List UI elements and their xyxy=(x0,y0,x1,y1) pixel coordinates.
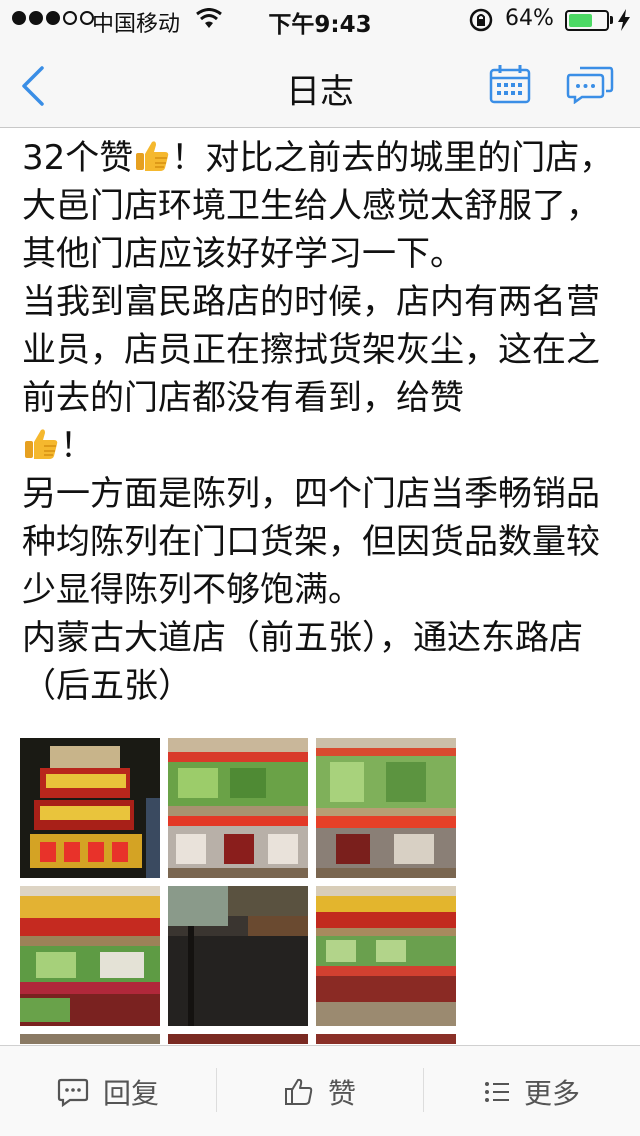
navigation-bar: 日志 xyxy=(0,40,640,128)
page-title: 日志 xyxy=(286,72,354,112)
status-bar: 中国移动 下午9:43 64% xyxy=(0,0,640,40)
bottom-toolbar: 回复 赞 更多 xyxy=(0,1045,640,1136)
photo-3[interactable] xyxy=(316,738,456,878)
photo-7[interactable] xyxy=(20,1034,160,1044)
chat-bubbles-icon[interactable] xyxy=(566,64,614,104)
list-icon xyxy=(484,1081,509,1102)
photo-4[interactable] xyxy=(20,886,160,1026)
photo-5[interactable] xyxy=(168,886,308,1026)
thumbs-up-emoji-icon xyxy=(25,429,58,459)
calendar-icon[interactable] xyxy=(489,64,531,104)
photo-6[interactable] xyxy=(316,886,456,1026)
like-button[interactable]: 赞 xyxy=(217,1046,423,1136)
photo-9[interactable] xyxy=(316,1034,456,1044)
post-text-part-2: ！对比之前去的城里的门店，大邑门店环境卫生给人感觉太舒服了，其他门店应该好好学习… xyxy=(22,138,614,418)
photo-1[interactable] xyxy=(20,738,160,878)
battery-level xyxy=(569,14,592,27)
battery-icon xyxy=(565,10,609,31)
more-label: 更多 xyxy=(523,1076,580,1110)
charging-bolt-icon xyxy=(618,9,630,31)
post-content: 32个赞 ！对比之前去的城里的门店，大邑门店环境卫生给人感觉太舒服了，其他门店应… xyxy=(0,128,640,1045)
like-label: 赞 xyxy=(327,1076,356,1110)
screen: 中国移动 下午9:43 64% 日志 32个赞 ！对比之前去的城里的门店，大邑门… xyxy=(0,0,640,1136)
more-button[interactable]: 更多 xyxy=(424,1046,640,1136)
thumbs-up-emoji-icon xyxy=(136,141,169,171)
photo-8[interactable] xyxy=(168,1034,308,1044)
comment-icon xyxy=(57,1078,89,1107)
post-text-part-1: 32个赞 xyxy=(22,138,134,178)
rotation-lock-icon xyxy=(469,8,493,32)
post-body: 32个赞 ！对比之前去的城里的门店，大邑门店环境卫生给人感觉太舒服了，其他门店应… xyxy=(22,134,622,710)
post-text-part-3: ！ 另一方面是陈列，四个门店当季畅销品种均陈列在门口货架，但因货品数量较少显得陈… xyxy=(22,426,600,706)
battery-percent: 64% xyxy=(505,6,554,31)
battery-tip xyxy=(610,16,613,24)
thumbs-up-icon xyxy=(284,1078,313,1105)
photo-2[interactable] xyxy=(168,738,308,878)
reply-button[interactable]: 回复 xyxy=(0,1046,216,1136)
reply-label: 回复 xyxy=(102,1076,159,1110)
